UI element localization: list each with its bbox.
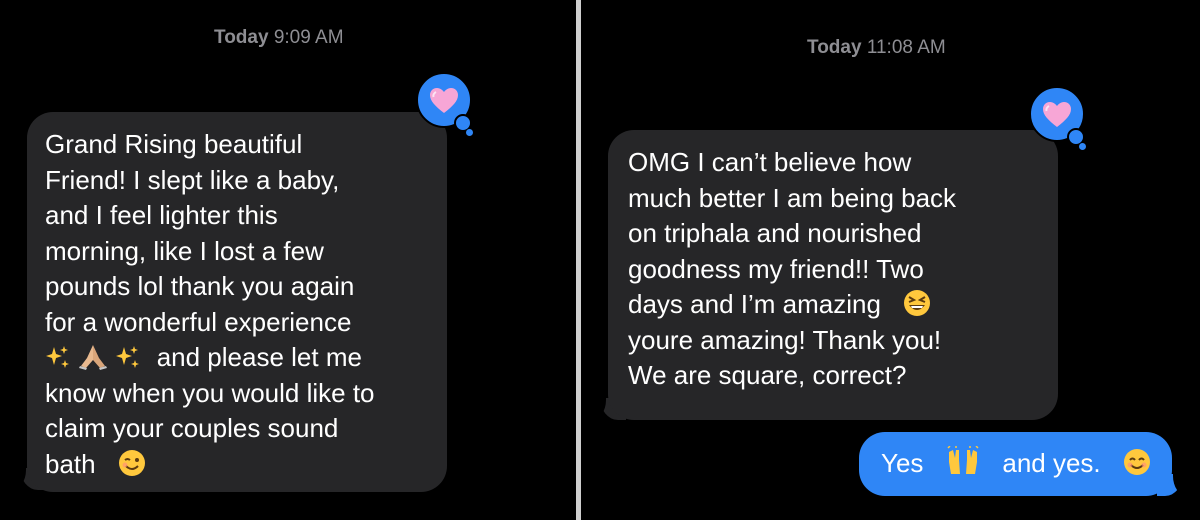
sparkles-emoji [116,346,140,368]
bubble-tail-mask [8,466,26,490]
heart-icon [1043,101,1071,127]
timestamp-time: 9:09 AM [273,27,344,48]
tapback-tail-dot-small [466,129,473,136]
message-line-with-emoji: Yes and yes. [881,446,1151,482]
conversation-panel-right: Today 11:08 AM OMG I can’t believe how m… [581,0,1200,520]
incoming-message-bubble[interactable]: Grand Rising beautiful Friend! I slept l… [27,112,447,492]
message-line: youre amazing! Thank you! [628,324,942,355]
smiling-face-emoji [1124,449,1151,475]
message-line: claim your couples sound [45,413,339,443]
message-line: on triphala and nourished [628,218,922,248]
message-line-with-emoji: and please let me [45,340,429,376]
message-line-with-emoji: days and I’m amazing [628,287,1038,323]
message-line: morning, like I lost a few [45,235,324,266]
message-text: and please let me [156,342,362,372]
bubble-tail-mask [588,396,606,420]
message-line: for a wonderful experience [45,306,352,337]
incoming-message-bubble[interactable]: OMG I can’t believe how much better I am… [608,130,1058,420]
message-line-with-emoji: bath [45,447,429,483]
message-line: pounds lol thank you again [45,271,355,301]
timestamp-day: Today [214,27,269,48]
message-text: bath [45,448,96,479]
message-text: days and I’m amazing [628,289,881,319]
timestamp-day: Today [807,37,862,58]
message-line: Grand Rising beautiful [45,129,303,159]
message-line: We are square, correct? [628,360,907,390]
tapback-tail-dot-small [1079,143,1086,150]
tapback-reaction[interactable] [1029,86,1091,156]
bubble-tail-mask [1173,472,1191,496]
message-line: Friend! I slept like a baby, [45,164,340,195]
message-timestamp: Today 11:08 AM [807,37,946,59]
message-text: Yes [881,448,924,478]
message-line: goodness my friend!! Two [628,253,924,284]
sparkles-emoji [46,346,69,368]
message-line: and I feel lighter this [45,200,278,230]
outgoing-message-bubble[interactable]: Yes and yes. [859,432,1172,496]
message-line: know when you would like to [45,377,375,408]
message-timestamp: Today 9:09 AM [214,27,344,49]
message-line: OMG I can’t believe how [628,147,912,177]
winking-face-emoji [119,449,146,476]
timestamp-time: 11:08 AM [866,37,946,58]
conversation-panel-left: Today 9:09 AM Grand Rising beautiful Fri… [0,0,576,520]
message-text: and yes. [1002,448,1101,478]
heart-icon [430,87,458,113]
message-line: much better I am being back [628,182,957,213]
grinning-squinting-face-emoji [904,290,931,316]
tapback-reaction[interactable] [416,72,478,142]
raising-hands-emoji [947,446,979,474]
folded-hands-emoji [79,345,108,370]
